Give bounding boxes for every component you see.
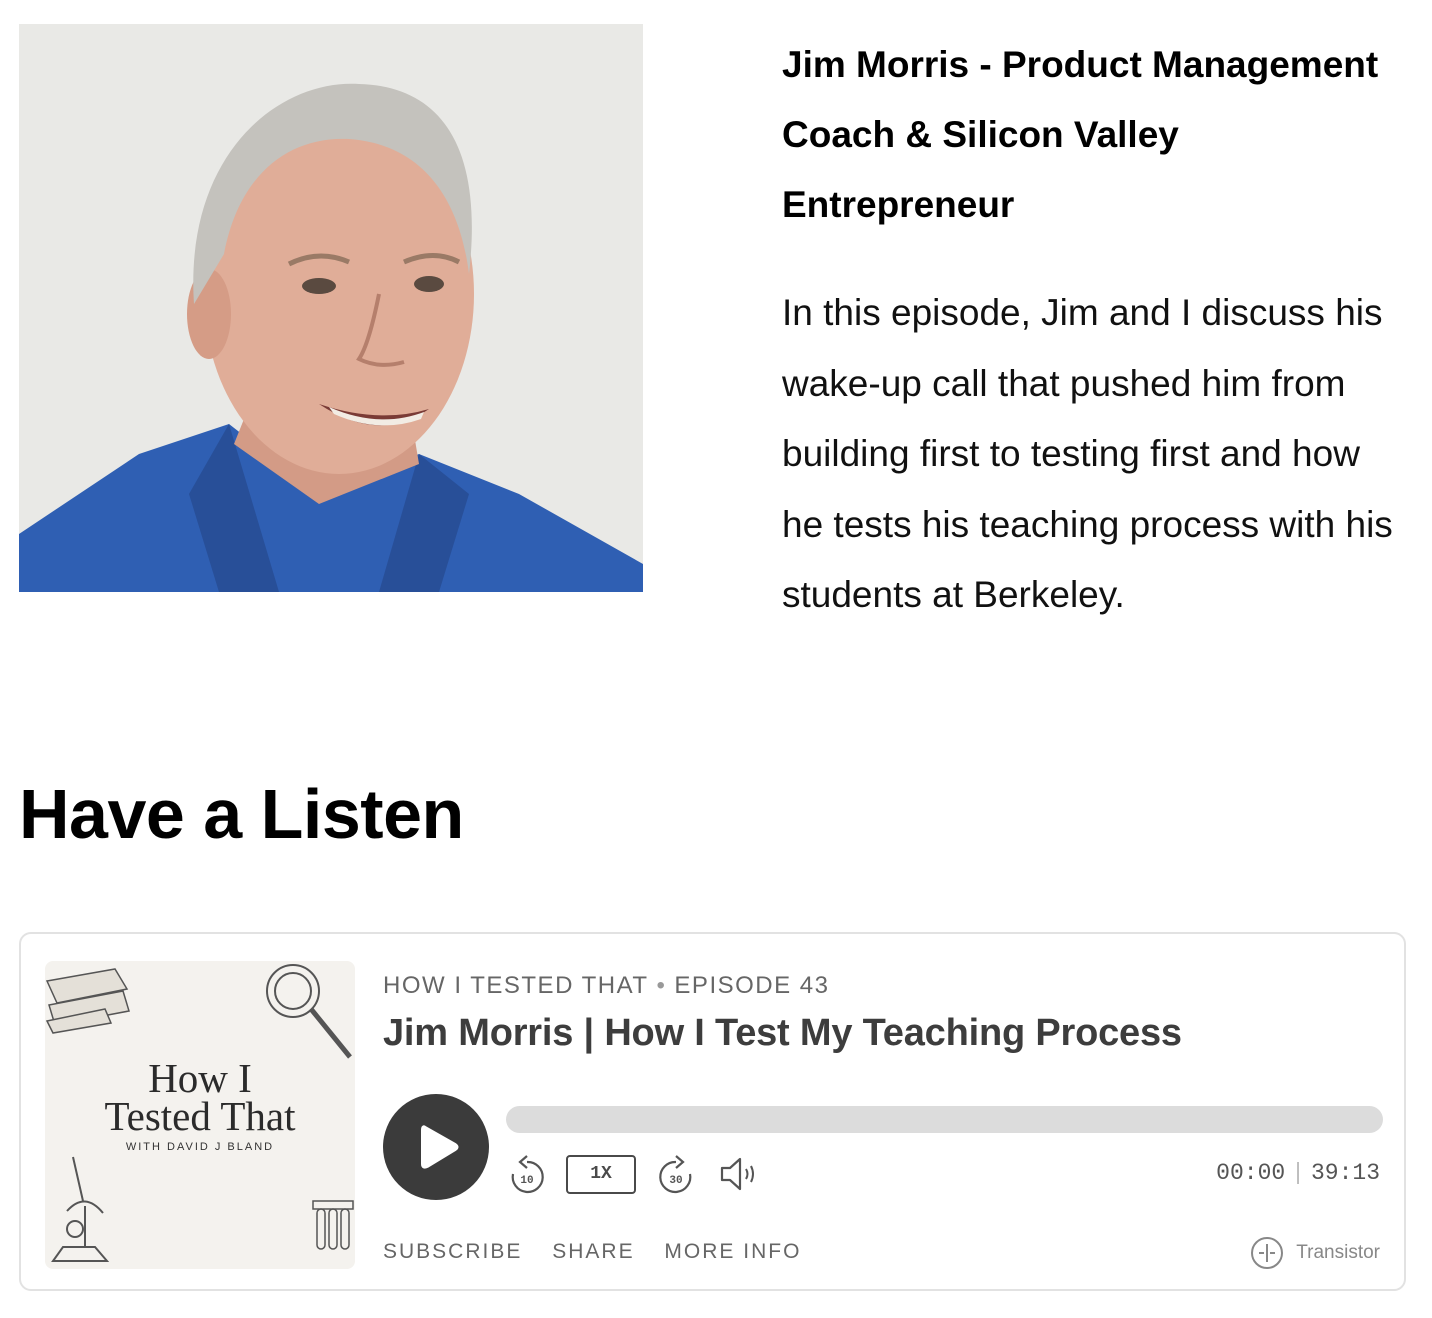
guest-title: Jim Morris - Product Management Coach & … (782, 44, 1379, 225)
guest-description: In this episode, Jim and I discuss his w… (782, 292, 1393, 615)
play-button[interactable] (383, 1094, 489, 1200)
subscribe-link[interactable]: SUBSCRIBE (383, 1240, 522, 1263)
podcast-player: How I Tested That WITH DAVID J BLAND HOW… (19, 932, 1406, 1291)
rewind-seconds: 10 (520, 1175, 533, 1187)
section-heading: Have a Listen (19, 775, 464, 853)
volume-button[interactable] (718, 1154, 760, 1199)
guest-photo (19, 24, 643, 592)
current-time: 00:00 (1216, 1160, 1286, 1186)
forward-seconds: 30 (669, 1175, 682, 1187)
duration: 39:13 (1310, 1160, 1380, 1186)
share-link[interactable]: SHARE (552, 1240, 634, 1263)
forward-button[interactable]: 30 (656, 1154, 696, 1203)
podcast-cover-art: How I Tested That WITH DAVID J BLAND (45, 961, 355, 1269)
episode-title[interactable]: Jim Morris | How I Test My Teaching Proc… (383, 1012, 1182, 1055)
forward-30-icon: 30 (659, 1155, 692, 1194)
time-separator: | (1291, 1160, 1305, 1186)
more-info-link[interactable]: MORE INFO (664, 1240, 801, 1263)
play-icon (421, 1125, 459, 1169)
brand-name: Transistor (1296, 1242, 1380, 1263)
cover-subtitle: WITH DAVID J BLAND (125, 1141, 275, 1153)
episode-number: EPISODE 43 (674, 972, 830, 999)
cover-title-line2: Tested That (104, 1093, 296, 1139)
progress-bar[interactable] (506, 1106, 1383, 1133)
playback-speed-button[interactable]: 1X (566, 1155, 636, 1194)
separator-dot: • (656, 972, 667, 999)
transistor-logo-icon (1251, 1237, 1284, 1269)
episode-meta: HOW I TESTED THAT • EPISODE 43 (383, 972, 829, 1000)
rewind-10-icon: 10 (511, 1155, 544, 1194)
transistor-brand[interactable]: Transistor (1250, 1236, 1380, 1270)
player-links: SUBSCRIBE SHARE MORE INFO (383, 1240, 823, 1264)
show-name[interactable]: HOW I TESTED THAT (383, 972, 649, 999)
volume-icon (720, 1157, 754, 1191)
rewind-button[interactable]: 10 (507, 1154, 547, 1203)
time-display: 00:00 | 39:13 (1216, 1160, 1380, 1186)
